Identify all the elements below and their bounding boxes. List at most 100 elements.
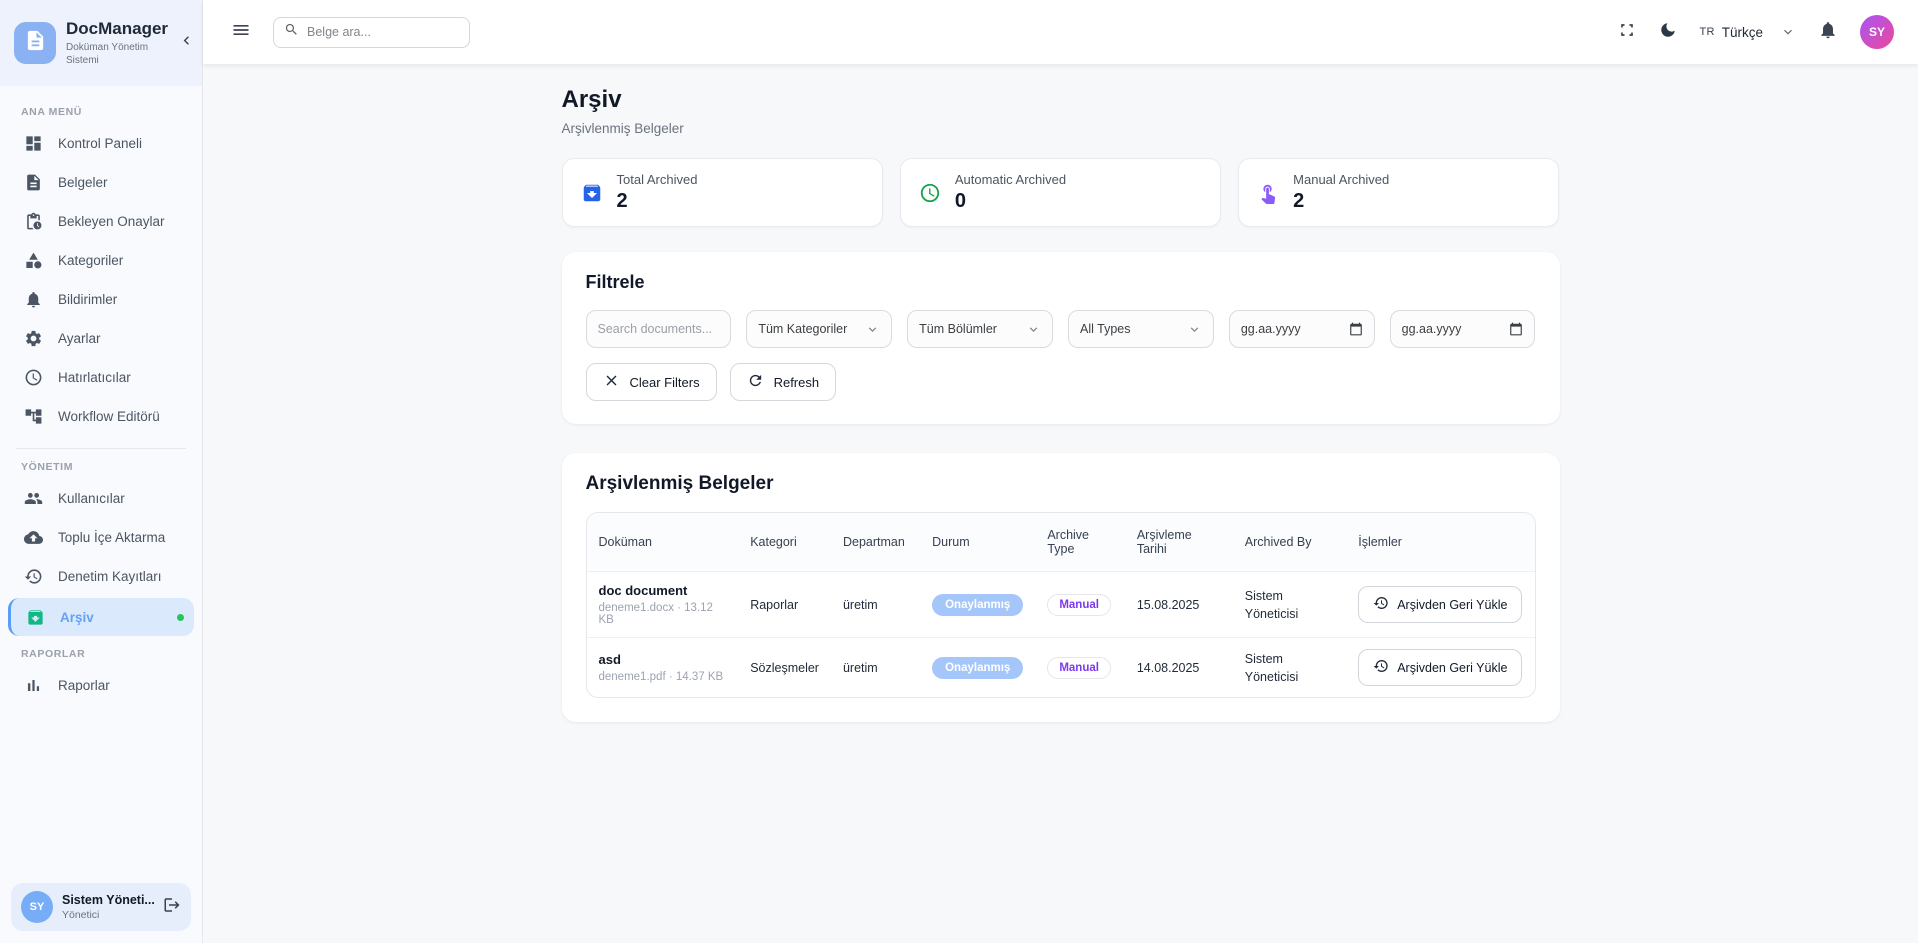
sidebar-item-label: Raporlar [58,678,110,693]
refresh-label: Refresh [774,375,820,390]
restore-button-label: Arşivden Geri Yükle [1397,661,1507,675]
sidebar-item-reminders[interactable]: Hatırlatıcılar [0,358,202,397]
sidebar-item-label: Belgeler [58,175,108,190]
stat-label: Total Archived [617,172,698,187]
document-file-info: deneme1.pdf · 14.37 KB [599,671,727,683]
language-label: Türkçe [1722,25,1763,40]
document-search-field[interactable] [586,310,732,348]
logout-button[interactable] [163,896,181,919]
sidebar-item-label: Arşiv [60,610,94,625]
user-role: Yönetici [62,909,154,921]
column-header: Doküman [587,513,739,572]
language-switcher[interactable]: TR Türkçe [1699,24,1796,40]
start-date-input[interactable]: gg.aa.yyyy [1229,310,1375,348]
stat-value: 2 [617,190,698,213]
touch-icon [1257,182,1279,204]
table-row: asd deneme1.pdf · 14.37 KB Sözleşmeler ü… [587,638,1535,698]
topbar: TR Türkçe SY [203,0,1918,64]
sidebar-item-notifications[interactable]: Bildirimler [0,280,202,319]
clock-icon [24,368,43,387]
filter-panel: Filtrele Tüm Kategoriler Tüm Bölümler [562,252,1560,424]
sidebar-item-reports[interactable]: Raporlar [0,666,202,705]
fullscreen-button[interactable] [1617,20,1637,45]
sidebar: DocManager Doküman Yönetim Sistemi ANA M… [0,0,203,943]
status-badge: Onaylanmış [932,594,1023,616]
stat-card-manual-archived: Manual Archived 2 [1238,158,1559,227]
global-search-box[interactable] [273,17,470,48]
section-label-main: ANA MENÜ [21,106,202,118]
hamburger-menu-button[interactable] [231,20,251,45]
document-search-input[interactable] [598,322,720,336]
restore-from-archive-button[interactable]: Arşivden Geri Yükle [1358,586,1522,623]
stat-text: Manual Archived 2 [1293,172,1389,213]
document-department: üretim [843,661,878,675]
sidebar-item-workflow-editor[interactable]: Workflow Editörü [0,397,202,436]
sidebar-item-label: Workflow Editörü [58,409,160,424]
category-icon [24,251,43,270]
sidebar-item-label: Toplu İçe Aktarma [58,530,165,545]
department-select[interactable]: Tüm Bölümler [907,310,1053,348]
sidebar-item-label: Bildirimler [58,292,117,307]
dark-mode-toggle[interactable] [1659,21,1677,44]
app-subtitle: Doküman Yönetim Sistemi [66,41,158,67]
user-avatar: SY [21,891,53,923]
sidebar-item-documents[interactable]: Belgeler [0,163,202,202]
sidebar-item-categories[interactable]: Kategoriler [0,241,202,280]
chevron-down-icon [1026,322,1041,337]
sidebar-item-label: Bekleyen Onaylar [58,214,165,229]
chevron-down-icon [865,322,880,337]
refresh-button[interactable]: Refresh [730,363,837,401]
sidebar-item-archive[interactable]: Arşiv [8,598,194,636]
sidebar-collapse-button[interactable] [178,32,195,54]
history-icon [1373,658,1389,677]
page-subtitle: Arşivlenmiş Belgeler [562,121,1560,136]
document-department: üretim [843,598,878,612]
bar-chart-icon [24,676,43,695]
end-date-value: gg.aa.yyyy [1402,322,1462,336]
sidebar-item-bulk-import[interactable]: Toplu İçe Aktarma [0,518,202,557]
stat-value: 0 [955,190,1066,213]
bell-icon [1818,20,1838,45]
document-category: Sözleşmeler [750,661,819,675]
user-name: Sistem Yöneti... [62,893,154,907]
end-date-input[interactable]: gg.aa.yyyy [1390,310,1536,348]
hamburger-icon [231,20,251,45]
section-label-admin: YÖNETIM [21,461,202,473]
sidebar-item-label: Denetim Kayıtları [58,569,162,584]
filter-title: Filtrele [586,272,1536,293]
category-select[interactable]: Tüm Kategoriler [746,310,892,348]
sidebar-nav: ANA MENÜ Kontrol Paneli Belgeler Bekleye… [0,86,202,871]
stat-text: Automatic Archived 0 [955,172,1066,213]
user-info: Sistem Yöneti... Yönetici [62,893,154,921]
app-title: DocManager [66,19,168,39]
active-indicator-dot [177,614,184,621]
document-file-info: deneme1.docx · 13.12 KB [599,602,727,626]
cloud-upload-icon [24,528,43,547]
document-icon [24,29,47,57]
archive-icon [26,608,45,627]
sidebar-item-users[interactable]: Kullanıcılar [0,479,202,518]
column-header: Durum [920,513,1035,572]
notifications-button[interactable] [1818,20,1838,45]
calendar-icon [1349,322,1363,336]
column-header: Departman [831,513,920,572]
profile-avatar[interactable]: SY [1860,15,1894,49]
clear-filters-button[interactable]: Clear Filters [586,363,717,401]
dashboard-icon [24,134,43,153]
restore-from-archive-button[interactable]: Arşivden Geri Yükle [1358,649,1522,686]
sidebar-item-settings[interactable]: Ayarlar [0,319,202,358]
sidebar-item-pending-approvals[interactable]: Bekleyen Onaylar [0,202,202,241]
global-search-input[interactable] [307,25,459,39]
table-header-row: Doküman Kategori Departman Durum Archive… [587,513,1535,572]
type-select[interactable]: All Types [1068,310,1214,348]
sidebar-divider [16,448,186,449]
stat-label: Automatic Archived [955,172,1066,187]
language-code: TR [1699,26,1714,38]
sidebar-user-card[interactable]: SY Sistem Yöneti... Yönetici [11,883,191,931]
sidebar-item-dashboard[interactable]: Kontrol Paneli [0,124,202,163]
stat-card-total-archived: Total Archived 2 [562,158,883,227]
sidebar-item-audit-logs[interactable]: Denetim Kayıtları [0,557,202,596]
chevron-left-icon [178,32,195,54]
department-select-value: Tüm Bölümler [919,322,997,336]
archive-icon [581,182,603,204]
